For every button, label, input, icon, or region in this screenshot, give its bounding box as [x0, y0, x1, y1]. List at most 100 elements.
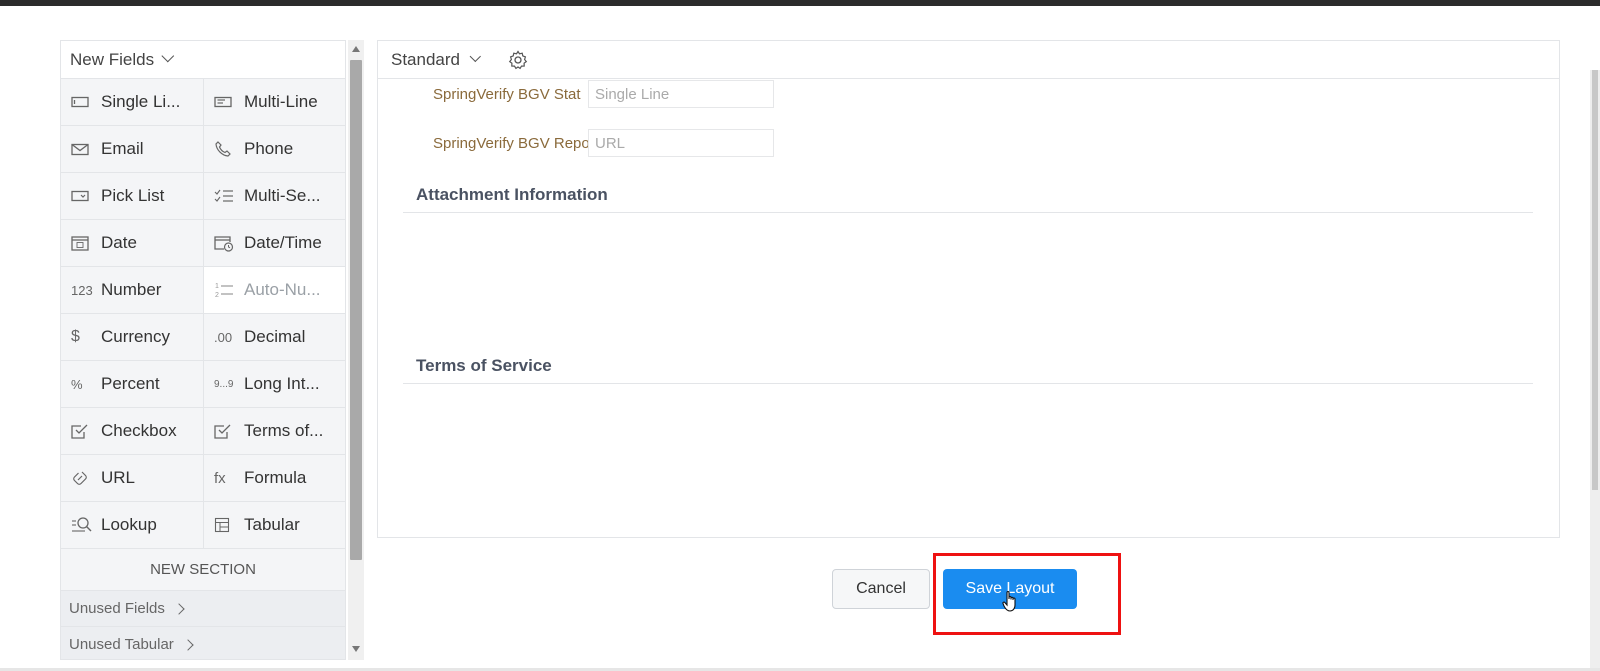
field-currency[interactable]: $ Currency: [61, 314, 204, 361]
field-phone[interactable]: Phone: [204, 126, 345, 173]
field-url[interactable]: URL: [61, 455, 204, 502]
field-label: Tabular: [244, 515, 300, 534]
field-pick-list[interactable]: Pick List: [61, 173, 204, 220]
field-label: Auto-Nu...: [244, 280, 321, 299]
gear-icon[interactable]: [508, 49, 528, 70]
field-palette-list: New Fields Single Li... Multi-Line Email…: [60, 40, 346, 660]
page-scrollbar-thumb[interactable]: [1592, 70, 1598, 490]
field-label: Long Int...: [244, 374, 320, 393]
field-label: URL: [101, 468, 136, 487]
field-checkbox[interactable]: Checkbox: [61, 408, 204, 455]
chevron-down-icon: [161, 49, 175, 63]
field-palette: New Fields Single Li... Multi-Line Email…: [60, 40, 364, 660]
field-label: Multi-Line: [244, 92, 318, 111]
field-row-bgv-report[interactable]: SpringVerify BGV Repo URL: [433, 129, 774, 157]
chevron-right-icon: [182, 638, 194, 651]
field-label: Lookup: [101, 515, 157, 534]
divider: [403, 383, 1533, 384]
phone-icon: [214, 140, 240, 158]
field-date-time[interactable]: Date/Time: [204, 220, 345, 267]
field-multi-line[interactable]: Multi-Line: [204, 79, 345, 126]
section-title-attachment[interactable]: Attachment Information: [416, 185, 608, 205]
field-label: Date: [101, 233, 137, 252]
scrollbar-thumb[interactable]: [350, 60, 362, 560]
field-auto-number: 12 Auto-Nu...: [204, 267, 345, 314]
palette-scrollbar[interactable]: [348, 40, 364, 660]
calendar-icon: [71, 235, 97, 251]
field-tabular[interactable]: Tabular: [204, 502, 345, 549]
field-label: Decimal: [244, 327, 306, 346]
top-bar: [0, 0, 1600, 6]
unused-fields-label: Unused Fields: [69, 600, 165, 617]
multi-select-icon: [214, 188, 240, 204]
field-label: Formula: [244, 468, 307, 487]
layout-name-dropdown[interactable]: Standard: [391, 50, 460, 70]
field-row-bgv-status[interactable]: SpringVerify BGV Stat Single Line: [433, 80, 774, 108]
terms-icon: [214, 423, 240, 439]
field-lookup[interactable]: Lookup: [61, 502, 204, 549]
highlight-box: [933, 553, 1121, 635]
field-grid: Single Li... Multi-Line Email Phone Pick…: [61, 79, 345, 549]
field-label: Terms of...: [244, 421, 324, 440]
field-label: Single Li...: [101, 92, 181, 111]
field-decimal[interactable]: .00 Decimal: [204, 314, 345, 361]
hand-cursor-icon: [1002, 590, 1020, 619]
new-section-button[interactable]: NEW SECTION: [61, 549, 345, 591]
field-label-bgv-status: SpringVerify BGV Stat: [433, 85, 581, 103]
field-single-line[interactable]: Single Li...: [61, 79, 204, 126]
field-long-integer[interactable]: 9...9 Long Int...: [204, 361, 345, 408]
field-label: Phone: [244, 139, 294, 158]
field-number[interactable]: 123 Number: [61, 267, 204, 314]
field-label-bgv-report: SpringVerify BGV Repo: [433, 134, 588, 152]
table-icon: [214, 517, 240, 533]
single-line-icon: [71, 96, 97, 108]
field-label: Pick List: [101, 186, 165, 205]
field-date[interactable]: Date: [61, 220, 204, 267]
url-placeholder: URL: [588, 129, 774, 157]
decimal-icon: .00: [214, 329, 233, 345]
divider: [403, 212, 1533, 213]
field-label: Percent: [101, 374, 160, 393]
formula-icon: fx: [214, 469, 226, 487]
svg-text:2: 2: [215, 292, 219, 299]
currency-icon: $: [71, 328, 80, 345]
field-label: Date/Time: [244, 233, 322, 252]
svg-text:1: 1: [215, 283, 219, 290]
scroll-down-arrow-icon[interactable]: [352, 646, 360, 652]
number-icon: 123: [71, 282, 93, 298]
lookup-icon: [71, 516, 97, 534]
field-label: Number: [101, 280, 162, 299]
unused-fields-link[interactable]: Unused Fields: [61, 591, 345, 627]
checkbox-icon: [71, 423, 97, 439]
layout-header: Standard: [378, 41, 1559, 79]
auto-number-icon: 12: [214, 281, 240, 299]
percent-icon: %: [71, 376, 83, 392]
page-scrollbar[interactable]: [1590, 70, 1600, 670]
unused-tabular-label: Unused Tabular: [69, 636, 174, 653]
link-icon: [71, 469, 97, 487]
new-fields-label: New Fields: [70, 49, 155, 69]
field-formula[interactable]: fx Formula: [204, 455, 345, 502]
date-time-icon: [214, 235, 240, 252]
pick-list-icon: [71, 190, 97, 202]
field-label: Currency: [101, 327, 170, 346]
cancel-button[interactable]: Cancel: [832, 569, 930, 609]
field-multi-select[interactable]: Multi-Se...: [204, 173, 345, 220]
new-fields-dropdown[interactable]: New Fields: [61, 41, 345, 79]
scroll-up-arrow-icon[interactable]: [352, 46, 360, 52]
field-label: Email: [101, 139, 144, 158]
field-percent[interactable]: % Percent: [61, 361, 204, 408]
layout-canvas: Standard SpringVerify BGV Stat Single Li…: [377, 40, 1560, 538]
field-terms[interactable]: Terms of...: [204, 408, 345, 455]
section-title-terms[interactable]: Terms of Service: [416, 356, 552, 376]
field-label: Checkbox: [101, 421, 177, 440]
email-icon: [71, 143, 97, 156]
long-integer-icon: 9...9: [214, 378, 234, 390]
chevron-right-icon: [173, 602, 185, 615]
multi-line-icon: [214, 96, 240, 108]
field-email[interactable]: Email: [61, 126, 204, 173]
field-label: Multi-Se...: [244, 186, 321, 205]
chevron-down-icon[interactable]: [469, 50, 481, 62]
unused-tabular-link[interactable]: Unused Tabular: [61, 627, 345, 659]
single-line-placeholder: Single Line: [588, 80, 774, 108]
